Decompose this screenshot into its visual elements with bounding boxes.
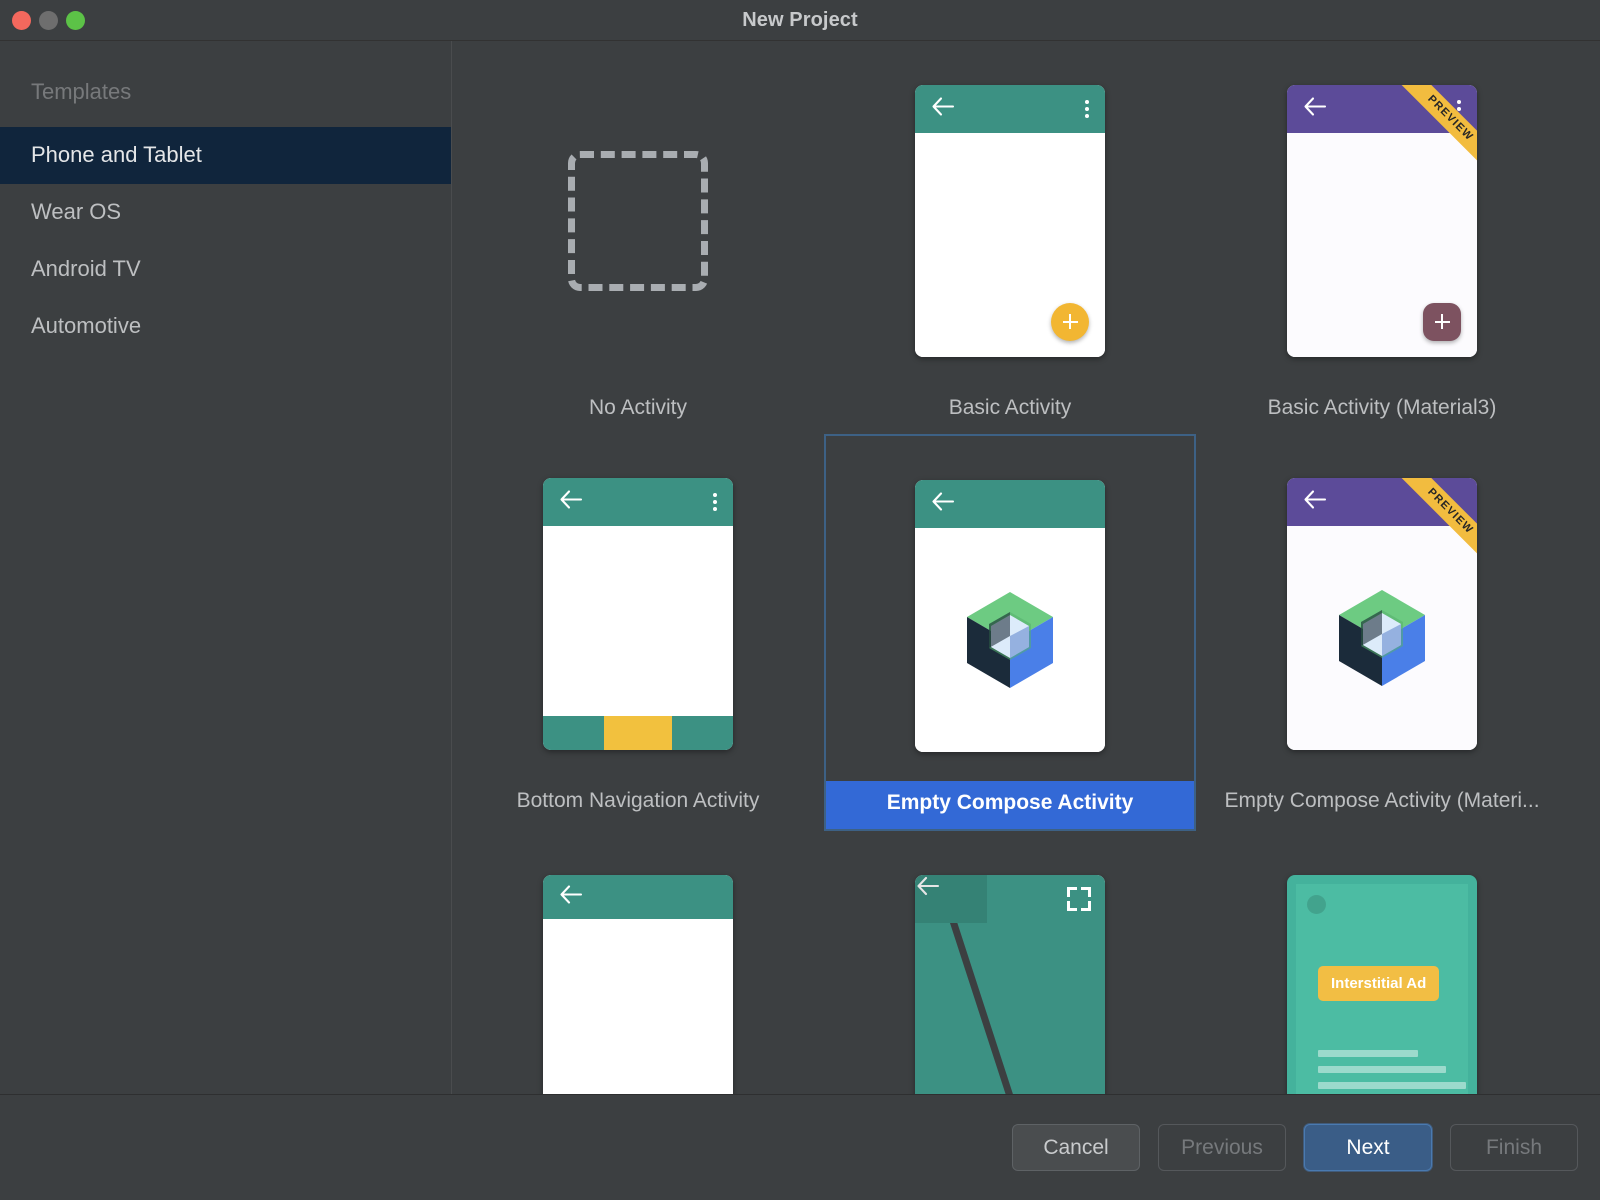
template-card-row3-left[interactable] [452,831,824,1094]
sidebar-item-phone-and-tablet[interactable]: Phone and Tablet [0,127,451,184]
template-card-empty-compose-activity-material3[interactable]: PREVIEW Empty Compose Activity (Materi..… [1196,434,1568,831]
phone-preview [543,875,733,1095]
app-bar [915,85,1105,133]
overflow-menu-icon [1457,100,1461,118]
template-row: Bottom Navigation Activity [452,434,1600,831]
sidebar-item-android-tv[interactable]: Android TV [0,241,451,298]
app-bar [915,480,1105,528]
floating-action-button-icon [1423,303,1461,341]
template-card-basic-activity-material3[interactable]: PREVIEW Basic Activity (Material3) [1196,41,1568,434]
template-label: Basic Activity [824,386,1196,434]
cancel-button[interactable]: Cancel [1012,1124,1140,1171]
template-card-no-activity[interactable]: No Activity [452,41,824,434]
thumbnail [824,831,1196,1094]
sidebar-item-wear-os[interactable]: Wear OS [0,184,451,241]
thumbnail: Interstitial Ad [1196,831,1568,1094]
back-arrow-icon [558,883,584,910]
bottom-navigation-bar [543,716,733,750]
jetpack-compose-logo-icon [963,590,1057,690]
sidebar-header: Templates [0,63,451,127]
phone-preview [915,875,1105,1095]
app-bar [543,478,733,526]
new-project-dialog: New Project Templates Phone and Tablet W… [0,0,1600,1200]
avatar-placeholder-icon [1307,895,1326,914]
status-badge: Interstitial Ad [1318,966,1439,1001]
template-row: Interstitial Ad [452,831,1600,1094]
bottom-nav-item-active [604,716,671,750]
template-card-row3-center[interactable] [824,831,1196,1094]
content-area: Interstitial Ad [1296,884,1468,1095]
overflow-menu-icon [713,493,717,511]
template-label: Empty Compose Activity [826,781,1194,829]
back-arrow-icon [1302,488,1328,515]
back-arrow-icon [930,490,956,517]
bottom-nav-item [543,716,604,750]
no-activity-placeholder-icon [568,151,708,291]
phone-preview [543,478,733,750]
templates-sidebar: Templates Phone and Tablet Wear OS Andro… [0,41,452,1094]
thumbnail [452,831,824,1094]
template-row: No Activity [452,41,1600,434]
thumbnail [824,41,1196,386]
thumbnail: PREVIEW [1196,434,1568,779]
window-controls [12,0,85,41]
phone-preview [915,85,1105,357]
next-button[interactable]: Next [1304,1124,1432,1171]
diagonal-divider [937,923,1073,1095]
content-area [543,526,733,716]
back-arrow-icon [930,95,956,122]
template-card-basic-activity[interactable]: Basic Activity [824,41,1196,434]
template-label: No Activity [452,386,824,434]
zoom-window-icon[interactable] [66,11,85,30]
phone-preview: Interstitial Ad [1287,875,1477,1095]
thumbnail: PREVIEW [1196,41,1568,386]
back-arrow-icon [558,488,584,515]
app-bar [543,875,733,919]
sidebar-item-automotive[interactable]: Automotive [0,298,451,355]
floating-action-button-icon [1051,303,1089,341]
jetpack-compose-logo-icon [1335,588,1429,688]
content-area [915,133,1105,357]
phone-preview [915,480,1105,752]
back-arrow-icon [1302,95,1328,122]
template-label: Empty Compose Activity (Materi... [1196,779,1568,827]
thumbnail [452,41,824,386]
dialog-body: Templates Phone and Tablet Wear OS Andro… [0,41,1600,1095]
content-area [1287,133,1477,357]
title-bar: New Project [0,0,1600,41]
bottom-nav-item [672,716,733,750]
dialog-footer: Cancel Previous Next Finish [0,1095,1600,1200]
app-bar [915,875,1105,923]
content-area [915,528,1105,752]
thumbnail [452,434,824,779]
previous-button[interactable]: Previous [1158,1124,1286,1171]
template-label: Bottom Navigation Activity [452,779,824,827]
content-area [543,919,733,1095]
fullscreen-icon [1067,887,1091,911]
template-card-row3-right[interactable]: Interstitial Ad [1196,831,1568,1094]
app-bar [1287,85,1477,133]
finish-button[interactable]: Finish [1450,1124,1578,1171]
minimize-window-icon[interactable] [39,11,58,30]
template-grid: No Activity [452,41,1600,1094]
phone-preview: PREVIEW [1287,85,1477,357]
phone-preview: PREVIEW [1287,478,1477,750]
content-area [1287,526,1477,750]
app-bar [1287,478,1477,526]
overflow-menu-icon [1085,100,1089,118]
page-title: New Project [742,9,858,32]
close-window-icon[interactable] [12,11,31,30]
template-card-bottom-navigation-activity[interactable]: Bottom Navigation Activity [452,434,824,831]
template-grid-panel: No Activity [452,41,1600,1094]
template-card-empty-compose-activity[interactable]: Empty Compose Activity [824,434,1196,831]
template-label: Basic Activity (Material3) [1196,386,1568,434]
app-bar-tint [915,875,987,923]
placeholder-text-lines [1318,1050,1458,1095]
thumbnail [826,436,1194,781]
content-area [915,923,1105,1095]
